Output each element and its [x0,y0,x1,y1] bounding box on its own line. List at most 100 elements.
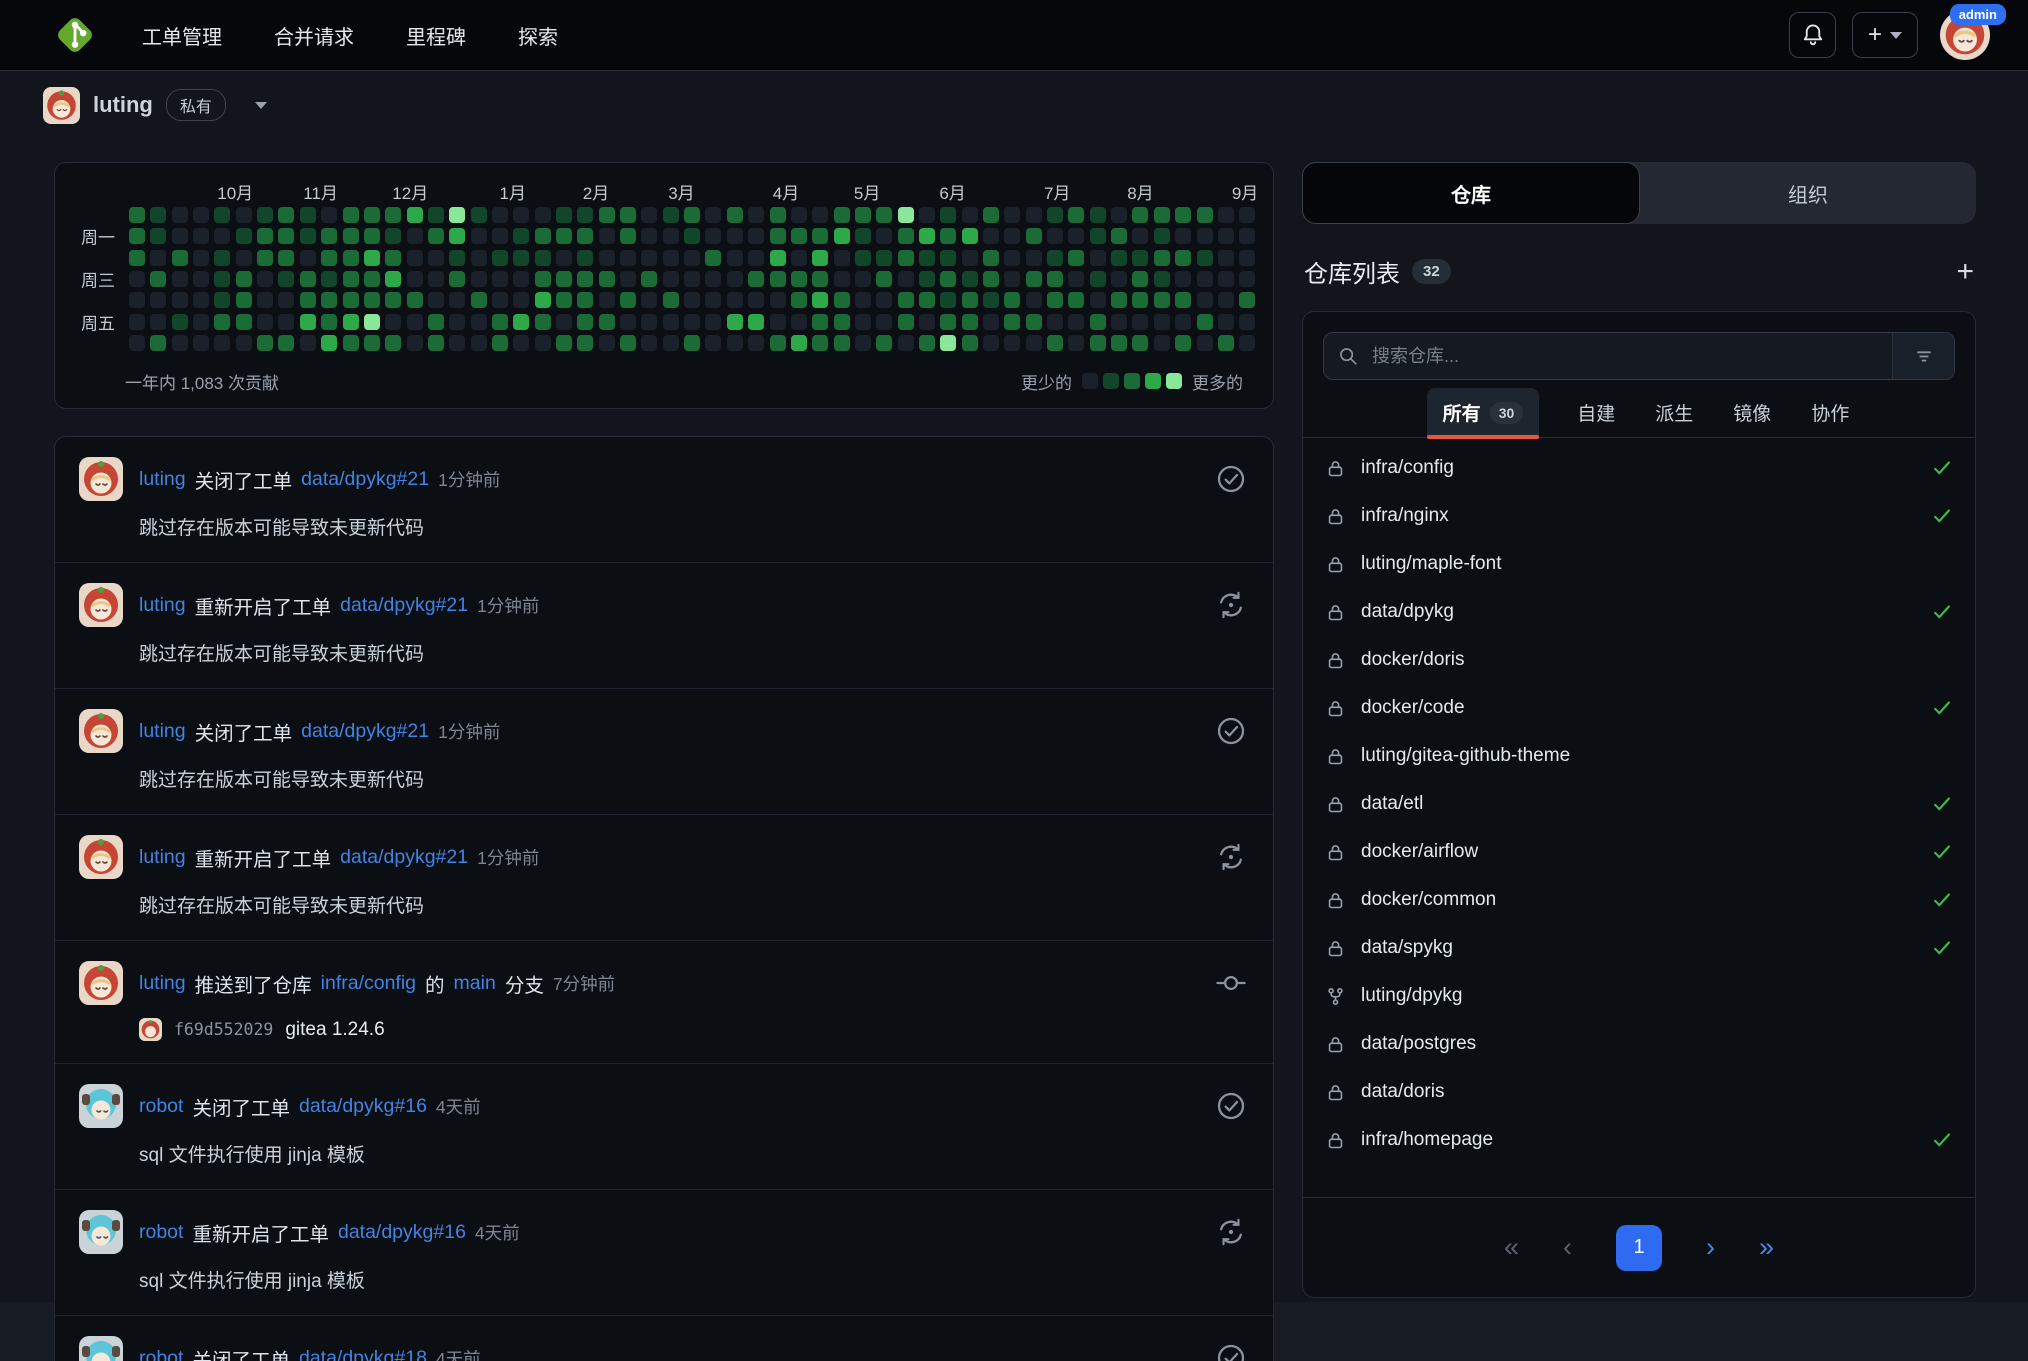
user-menu[interactable]: admin [1940,10,1990,60]
feed-link[interactable]: luting [139,846,186,869]
repo-filter-tab[interactable]: 自建 [1575,388,1617,437]
feed-link[interactable]: robot [139,1095,183,1118]
feed-link[interactable]: luting [139,594,186,617]
heatmap-month-label: 9月 [1232,179,1258,204]
repo-row[interactable]: luting/dpykg [1325,972,1953,1020]
repo-row[interactable]: data/dpykg [1325,588,1953,636]
gitea-logo-icon[interactable] [52,12,98,58]
feed-link[interactable]: luting [139,972,186,995]
repo-filter-tab[interactable]: 派生 [1653,388,1695,437]
repo-name[interactable]: docker/code [1361,697,1465,719]
heatmap-cell [257,314,273,330]
feed-comment: sql 文件执行使用 jinja 模板 [139,1140,1247,1167]
avatar[interactable] [79,1210,123,1254]
repo-row[interactable]: data/postgres [1325,1020,1953,1068]
nav-item[interactable]: 工单管理 [142,21,222,50]
feed-link[interactable]: data/dpykg#18 [299,1347,427,1361]
repo-name[interactable]: infra/config [1361,457,1454,479]
repo-name[interactable]: data/postgres [1361,1033,1476,1055]
feed-link[interactable]: main [454,972,496,995]
add-repo-button[interactable]: + [1956,257,1974,287]
repo-row[interactable]: infra/config [1325,444,1953,492]
repo-filter-tab[interactable]: 协作 [1809,388,1851,437]
nav-item[interactable]: 探索 [518,21,558,50]
heatmap-cell [1090,335,1106,351]
pagination-current-page[interactable]: 1 [1616,1225,1662,1271]
repo-name[interactable]: docker/airflow [1361,841,1478,863]
feed-link[interactable]: data/dpykg#16 [338,1221,466,1244]
feed-link[interactable]: robot [139,1347,183,1361]
heatmap-cell [1090,228,1106,244]
repo-row[interactable]: infra/nginx [1325,492,1953,540]
heatmap-cell [1218,335,1234,351]
repo-name[interactable]: data/etl [1361,793,1423,815]
repo-row[interactable]: data/spykg [1325,924,1953,972]
commit-hash[interactable]: f69d552029 [174,1020,273,1039]
avatar[interactable] [79,1336,123,1361]
repo-row[interactable]: luting/maple-font [1325,540,1953,588]
repo-name[interactable]: data/spykg [1361,937,1453,959]
repo-filter-tab[interactable]: 镜像 [1731,388,1773,437]
repo-row[interactable]: docker/doris [1325,636,1953,684]
heatmap-cell [962,207,978,223]
heatmap-cell [492,335,508,351]
notifications-button[interactable] [1789,12,1836,58]
nav-item[interactable]: 里程碑 [406,21,466,50]
heatmap-cell [983,228,999,244]
avatar[interactable] [79,835,123,879]
repo-row[interactable]: infra/homepage [1325,1116,1953,1164]
repo-row[interactable]: docker/airflow [1325,828,1953,876]
heatmap-cell [428,228,444,244]
feed-link[interactable]: luting [139,720,186,743]
heatmap-cell [1004,271,1020,287]
repo-row[interactable]: docker/code [1325,684,1953,732]
repo-name[interactable]: infra/nginx [1361,505,1449,527]
repo-name[interactable]: data/dpykg [1361,601,1454,623]
create-new-button[interactable]: + [1852,12,1918,58]
heatmap-cell [641,271,657,287]
sidebar-tab-repos[interactable]: 仓库 [1302,162,1640,224]
repo-filter-button[interactable] [1892,333,1954,379]
heatmap-cell [770,292,786,308]
feed-action-text: 的 [425,969,445,998]
nav-item[interactable]: 合并请求 [274,21,354,50]
repo-row[interactable]: luting/gitea-github-theme [1325,732,1953,780]
feed-link[interactable]: infra/config [321,972,416,995]
repo-search-input[interactable] [1372,333,1892,379]
feed-link[interactable]: data/dpykg#16 [299,1095,427,1118]
feed-link[interactable]: luting [139,468,186,491]
context-username[interactable]: luting [93,92,153,118]
repo-name[interactable]: infra/homepage [1361,1129,1493,1151]
repo-row[interactable]: docker/common [1325,876,1953,924]
repo-name[interactable]: luting/gitea-github-theme [1361,745,1570,767]
heatmap-cell [620,250,636,266]
repo-name[interactable]: data/doris [1361,1081,1444,1103]
heatmap-cell [1175,271,1191,287]
pagination-arrow[interactable]: › [1706,1234,1715,1261]
repo-name[interactable]: luting/dpykg [1361,985,1462,1007]
heatmap-cell [214,271,230,287]
repo-row[interactable]: data/etl [1325,780,1953,828]
pagination-arrow[interactable]: » [1759,1234,1774,1261]
chevron-down-icon[interactable] [255,102,267,109]
feed-link[interactable]: data/dpykg#21 [301,468,429,491]
heatmap-cell [748,207,764,223]
avatar[interactable] [79,709,123,753]
heatmap-cell [940,228,956,244]
feed-action-text: 关闭了工单 [195,465,293,494]
feed-link[interactable]: robot [139,1221,183,1244]
repo-name[interactable]: docker/doris [1361,649,1465,671]
avatar[interactable] [79,457,123,501]
feed-link[interactable]: data/dpykg#21 [340,594,468,617]
sidebar-tab-orgs[interactable]: 组织 [1640,162,1976,224]
heatmap-cell [727,250,743,266]
repo-name[interactable]: docker/common [1361,889,1496,911]
avatar[interactable] [79,961,123,1005]
feed-link[interactable]: data/dpykg#21 [301,720,429,743]
repo-filter-tab[interactable]: 所有30 [1427,388,1540,437]
avatar[interactable] [79,1084,123,1128]
repo-row[interactable]: data/doris [1325,1068,1953,1116]
repo-name[interactable]: luting/maple-font [1361,553,1501,575]
feed-link[interactable]: data/dpykg#21 [340,846,468,869]
avatar[interactable] [79,583,123,627]
